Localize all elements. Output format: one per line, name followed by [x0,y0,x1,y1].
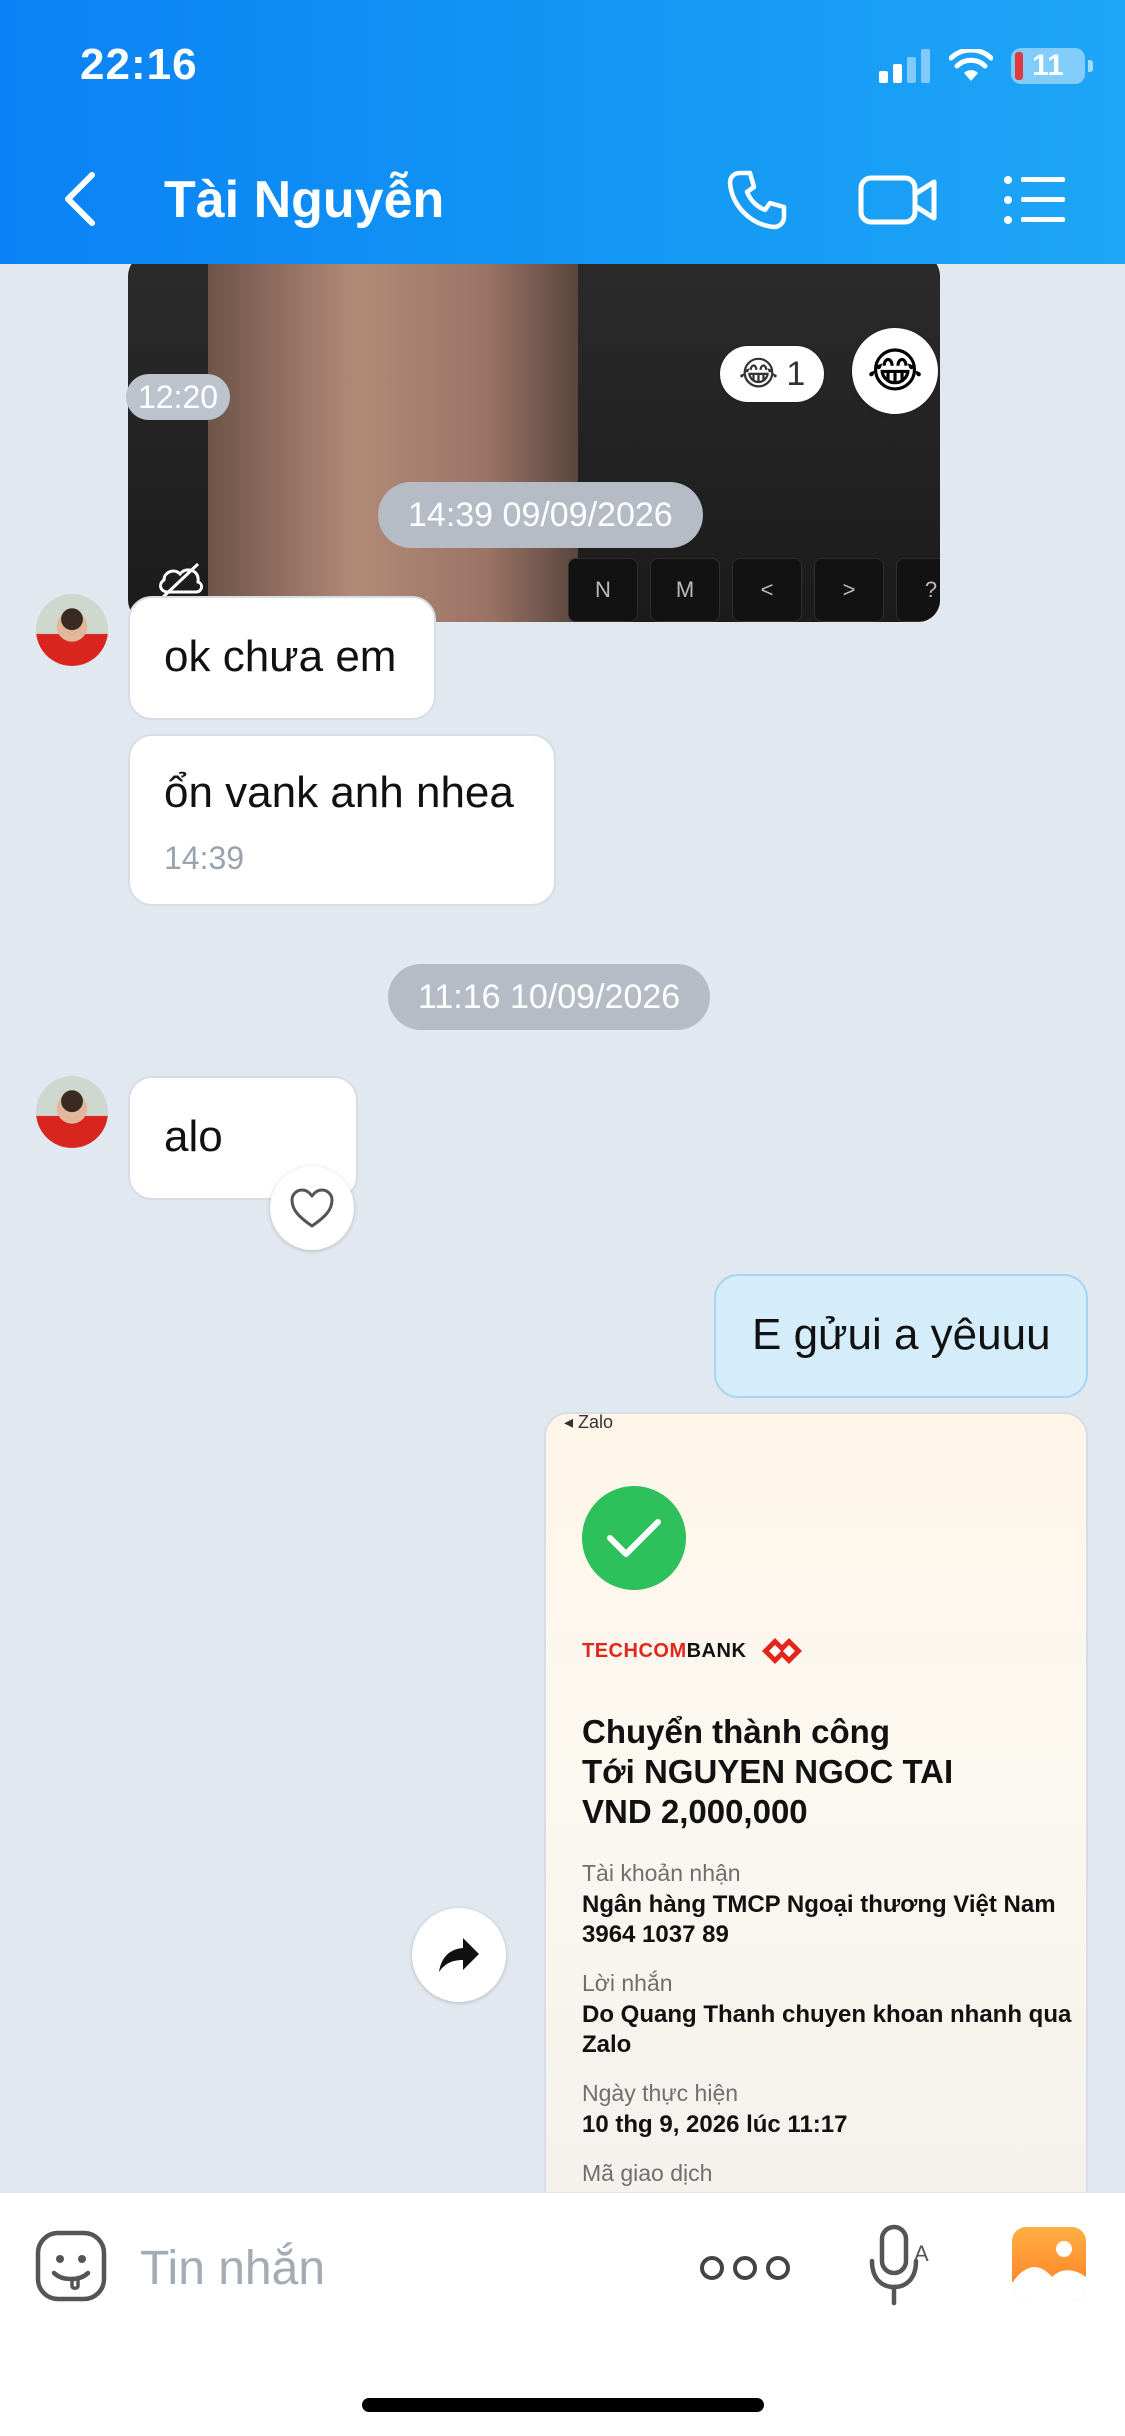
avatar[interactable] [36,1076,108,1148]
bank-name: TECHCOM [582,1639,687,1662]
date-separator: 11:16 10/09/2026 [388,964,711,1030]
more-options-button[interactable] [700,2243,790,2293]
chat-options-button[interactable] [1000,165,1070,235]
home-indicator [362,2398,764,2412]
photo-key: M [650,558,720,622]
video-call-button[interactable] [856,165,940,235]
video-camera-icon [858,175,937,225]
incoming-message[interactable]: ok chưa em [128,596,436,720]
photo-key: > [814,558,884,622]
dot-icon [700,2256,724,2280]
message-text: E gửui a yêuuu [752,1310,1051,1359]
microphone-icon: A [869,2224,929,2306]
voice-call-button[interactable] [722,165,792,235]
back-button[interactable] [60,164,120,234]
techcombank-mark-icon [762,1638,803,1664]
receipt-label: Ngày thực hiện [582,2080,739,2106]
receipt-label: Lời nhắn [582,1970,673,1996]
battery-indicator: 11 [1011,48,1093,84]
heart-icon [290,1188,334,1228]
receipt-label: Tài khoản nhận [582,1860,741,1886]
receipt-recipient: Tới NGUYEN NGOC TAI [582,1753,954,1790]
cellular-signal-icon [879,49,930,83]
reaction-count: 1 [786,354,806,393]
photo-keyboard: N M < > ? return [448,264,940,622]
list-menu-icon [1004,176,1065,224]
message-time: 12:20 [126,374,231,420]
share-arrow-icon [439,1938,479,1972]
receipt-source-label: ◂ Zalo [564,1412,614,1432]
like-button[interactable] [270,1166,354,1250]
success-check-icon [582,1486,686,1590]
techcombank-logo: TECHCOMBANK [582,1636,804,1666]
message-text: alo [164,1112,223,1161]
emoji-face-icon [35,2230,107,2302]
reaction-summary[interactable]: 😂 1 [720,346,824,402]
svg-text:A: A [914,2241,929,2266]
chat-header: 22:16 11 Tài Nguyễn [0,0,1125,264]
receipt-value: Ngân hàng TMCP Ngoại thương Việt Nam [582,1891,1056,1918]
image-message-receipt[interactable]: ◂ Zalo TECHCOMBANK Chuyển thành công Tới… [544,1412,1088,2192]
photo-key: ? [896,558,940,622]
laughing-emoji-icon: 😂 [866,345,924,398]
incoming-message[interactable]: ổn vank anh nhea 14:39 [128,734,556,906]
status-indicators: 11 [879,48,1093,84]
message-text: ok chưa em [164,632,397,681]
forward-button[interactable] [412,1908,506,2002]
laughing-emoji-icon: 😂 [738,355,779,393]
photo-message[interactable]: N M < > ? return [128,264,940,622]
voice-message-button[interactable]: A [862,2221,942,2311]
sticker-button[interactable] [34,2229,108,2303]
status-time: 22:16 [80,40,198,89]
message-text: ổn vank anh nhea [164,768,514,817]
chat-thread[interactable]: N M < > ? return 😂 1 😂 12:20 14:39 09/09… [0,264,1125,2192]
react-button[interactable]: 😂 [852,328,938,414]
photo-key: < [732,558,802,622]
receipt-value: 3964 1037 89 [582,1921,729,1948]
contact-name[interactable]: Tài Nguyễn [164,170,444,230]
dot-icon [733,2256,757,2280]
photo-key: N [568,558,638,622]
message-time: 14:39 [164,840,245,876]
receipt-title: Chuyển thành công [582,1713,890,1750]
phone-icon [727,170,787,230]
receipt-label: Mã giao dịch [582,2160,713,2186]
message-input[interactable] [140,2233,660,2303]
gallery-button[interactable] [1012,2227,1086,2301]
bank-name-suffix: BANK [686,1639,747,1662]
avatar[interactable] [36,594,108,666]
photo-gallery-icon [1012,2241,1086,2301]
receipt-value: 10 thg 9, 2026 lúc 11:17 [582,2111,848,2138]
outgoing-message[interactable]: E gửui a yêuuu [714,1274,1088,1398]
receipt-amount: VND 2,000,000 [582,1793,808,1830]
wifi-icon [949,49,993,81]
cloud-off-icon [159,562,204,600]
dot-icon [766,2256,790,2280]
chevron-left-icon [65,172,95,226]
receipt-value: Do Quang Thanh chuyen khoan nhanh qua Za… [582,2001,1072,2058]
date-separator: 14:39 09/09/2026 [378,482,703,548]
